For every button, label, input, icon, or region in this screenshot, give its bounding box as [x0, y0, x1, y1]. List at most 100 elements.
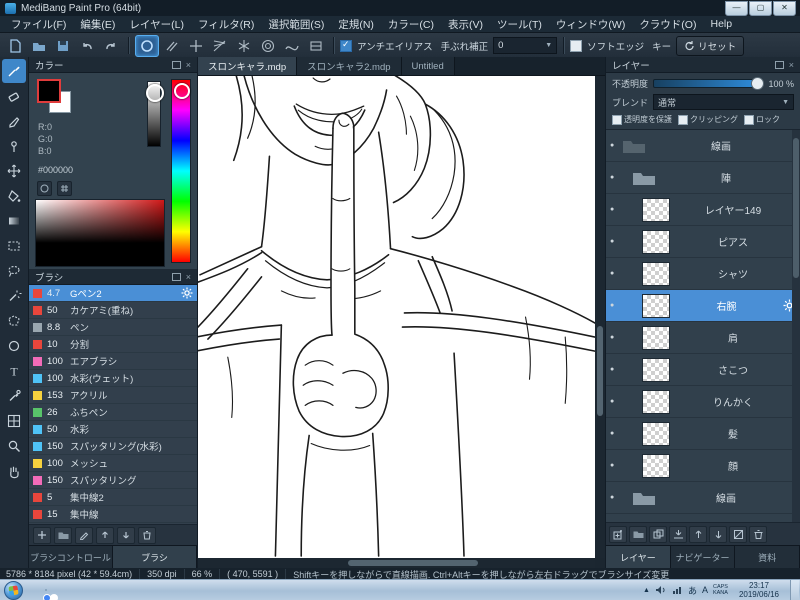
radial-snap-icon[interactable] — [233, 36, 255, 56]
canvas-vertical-scrollbar[interactable] — [595, 76, 605, 558]
visibility-icon[interactable]: ● — [610, 206, 622, 213]
menu-filter[interactable]: フィルタ(R) — [191, 17, 261, 32]
brush-item[interactable]: 4.7 Gペン2 — [29, 285, 197, 302]
snap-off-icon[interactable] — [135, 34, 159, 57]
open-icon[interactable] — [28, 36, 50, 56]
cross-snap-icon[interactable] — [185, 36, 207, 56]
menu-color[interactable]: カラー(C) — [381, 17, 441, 32]
foreground-color-swatch[interactable] — [37, 79, 61, 103]
protect-alpha-checkbox[interactable]: 透明度を保護 — [612, 114, 672, 125]
gear-icon[interactable] — [181, 287, 193, 299]
canvas[interactable] — [198, 76, 595, 558]
brush-item[interactable]: 15 集中線 — [29, 506, 197, 523]
tab-navigator[interactable]: ナビゲーター — [670, 546, 736, 568]
opacity-slider-handle[interactable] — [751, 77, 765, 90]
layer-row[interactable]: ● 髪 — [606, 418, 800, 450]
visibility-icon[interactable]: ● — [610, 430, 622, 437]
visibility-icon[interactable]: ● — [610, 366, 622, 373]
maximize-button[interactable]: ▢ — [749, 0, 772, 16]
layer-row[interactable]: ● 線画 — [606, 130, 800, 162]
ime-hiragana-indicator[interactable]: あ — [688, 584, 697, 597]
eraser-tool[interactable] — [2, 84, 26, 108]
fill-tool[interactable] — [2, 184, 26, 208]
layer-row[interactable]: ● レイヤー149 — [606, 194, 800, 226]
gradient-tool[interactable] — [2, 209, 26, 233]
document-tab-1[interactable]: スロンキャラ.mdp — [198, 57, 298, 75]
layer-row[interactable]: ● ピアス — [606, 226, 800, 258]
menu-edit[interactable]: 編集(E) — [73, 17, 122, 32]
menu-select[interactable]: 選択範囲(S) — [261, 17, 331, 32]
layer-row[interactable]: ● 陣 — [606, 162, 800, 194]
add-brush-icon[interactable] — [33, 526, 51, 544]
network-icon[interactable] — [672, 585, 683, 595]
select-tool[interactable] — [2, 234, 26, 258]
brush-item[interactable]: 150 スパッタリング(水彩) — [29, 438, 197, 455]
text-tool[interactable]: T — [2, 359, 26, 383]
divide-tool[interactable] — [2, 409, 26, 433]
vertical-scroll-thumb[interactable] — [597, 326, 603, 416]
visibility-icon[interactable]: ● — [610, 302, 622, 309]
close-icon[interactable]: × — [789, 60, 794, 70]
visibility-icon[interactable]: ● — [610, 334, 622, 341]
reset-button[interactable]: リセット — [676, 35, 745, 56]
edit-brush-icon[interactable] — [75, 526, 93, 544]
tab-brush[interactable]: ブラシ — [113, 546, 197, 568]
layer-row[interactable]: ● さこつ — [606, 354, 800, 386]
visibility-icon[interactable]: ● — [610, 270, 622, 277]
antialias-checkbox[interactable] — [340, 39, 352, 52]
brush-down-icon[interactable] — [117, 526, 135, 544]
blend-select[interactable]: 通常 ▼ — [653, 94, 794, 110]
zoom-tool[interactable] — [2, 434, 26, 458]
minimize-button[interactable]: — — [725, 0, 748, 16]
pen-tool[interactable] — [2, 109, 26, 133]
brush-item[interactable]: 50 カケアミ(重ね) — [29, 302, 197, 319]
layer-up-icon[interactable] — [689, 525, 707, 543]
layer-row[interactable]: ● 線画 — [606, 482, 800, 514]
circle-snap-icon[interactable] — [257, 36, 279, 56]
taskbar-clock[interactable]: 23:17 2019/06/16 — [733, 581, 785, 599]
select-pen-tool[interactable] — [2, 309, 26, 333]
brush-item[interactable]: 26 ふちペン — [29, 404, 197, 421]
undo-icon[interactable] — [76, 36, 98, 56]
redo-icon[interactable] — [100, 36, 122, 56]
guide-snap-icon[interactable] — [305, 36, 327, 56]
menu-view[interactable]: 表示(V) — [441, 17, 490, 32]
merge-down-icon[interactable] — [669, 525, 687, 543]
layer-row[interactable]: ● シャツ — [606, 258, 800, 290]
menu-window[interactable]: ウィンドウ(W) — [549, 17, 632, 32]
volume-icon[interactable] — [655, 585, 667, 595]
close-icon[interactable]: × — [186, 272, 191, 282]
add-layer-icon[interactable] — [609, 525, 627, 543]
document-tab-2[interactable]: スロンキャラ2.mdp — [297, 57, 402, 75]
layer-scroll-thumb[interactable] — [793, 138, 799, 278]
brush-item[interactable]: 10 分割 — [29, 336, 197, 353]
tab-materials[interactable]: 資料 — [735, 546, 800, 568]
brush-item[interactable]: 100 エアブラシ — [29, 353, 197, 370]
lock-checkbox[interactable]: ロック — [744, 114, 780, 125]
brush-item[interactable]: 50 水彩 — [29, 421, 197, 438]
horizontal-scroll-thumb[interactable] — [348, 560, 478, 566]
menu-tool[interactable]: ツール(T) — [490, 17, 549, 32]
visibility-icon[interactable]: ● — [610, 462, 622, 469]
visibility-icon[interactable]: ● — [610, 174, 622, 181]
brush-up-icon[interactable] — [96, 526, 114, 544]
layer-down-icon[interactable] — [709, 525, 727, 543]
visibility-icon[interactable]: ● — [610, 238, 622, 245]
add-folder-icon[interactable] — [629, 525, 647, 543]
brush-item[interactable]: 153 アクリル — [29, 387, 197, 404]
show-hidden-icons[interactable]: ▲ — [643, 587, 650, 594]
color-wheel-icon[interactable] — [37, 181, 52, 196]
saturation-value-picker[interactable] — [35, 199, 165, 267]
layer-row-selected[interactable]: ● 右腕 — [606, 290, 800, 322]
layer-row[interactable]: ● 肩 — [606, 322, 800, 354]
menu-layer[interactable]: レイヤー(L) — [122, 17, 191, 32]
opacity-slider[interactable] — [653, 77, 765, 90]
parallel-snap-icon[interactable] — [161, 36, 183, 56]
vanishing-snap-icon[interactable] — [209, 36, 231, 56]
visibility-icon[interactable]: ● — [610, 494, 622, 501]
value-slider[interactable] — [146, 81, 164, 147]
canvas-horizontal-scrollbar[interactable] — [198, 558, 595, 568]
save-icon[interactable] — [52, 36, 74, 56]
menu-help[interactable]: Help — [703, 18, 739, 30]
brush-item[interactable]: 5 集中線2 — [29, 489, 197, 506]
